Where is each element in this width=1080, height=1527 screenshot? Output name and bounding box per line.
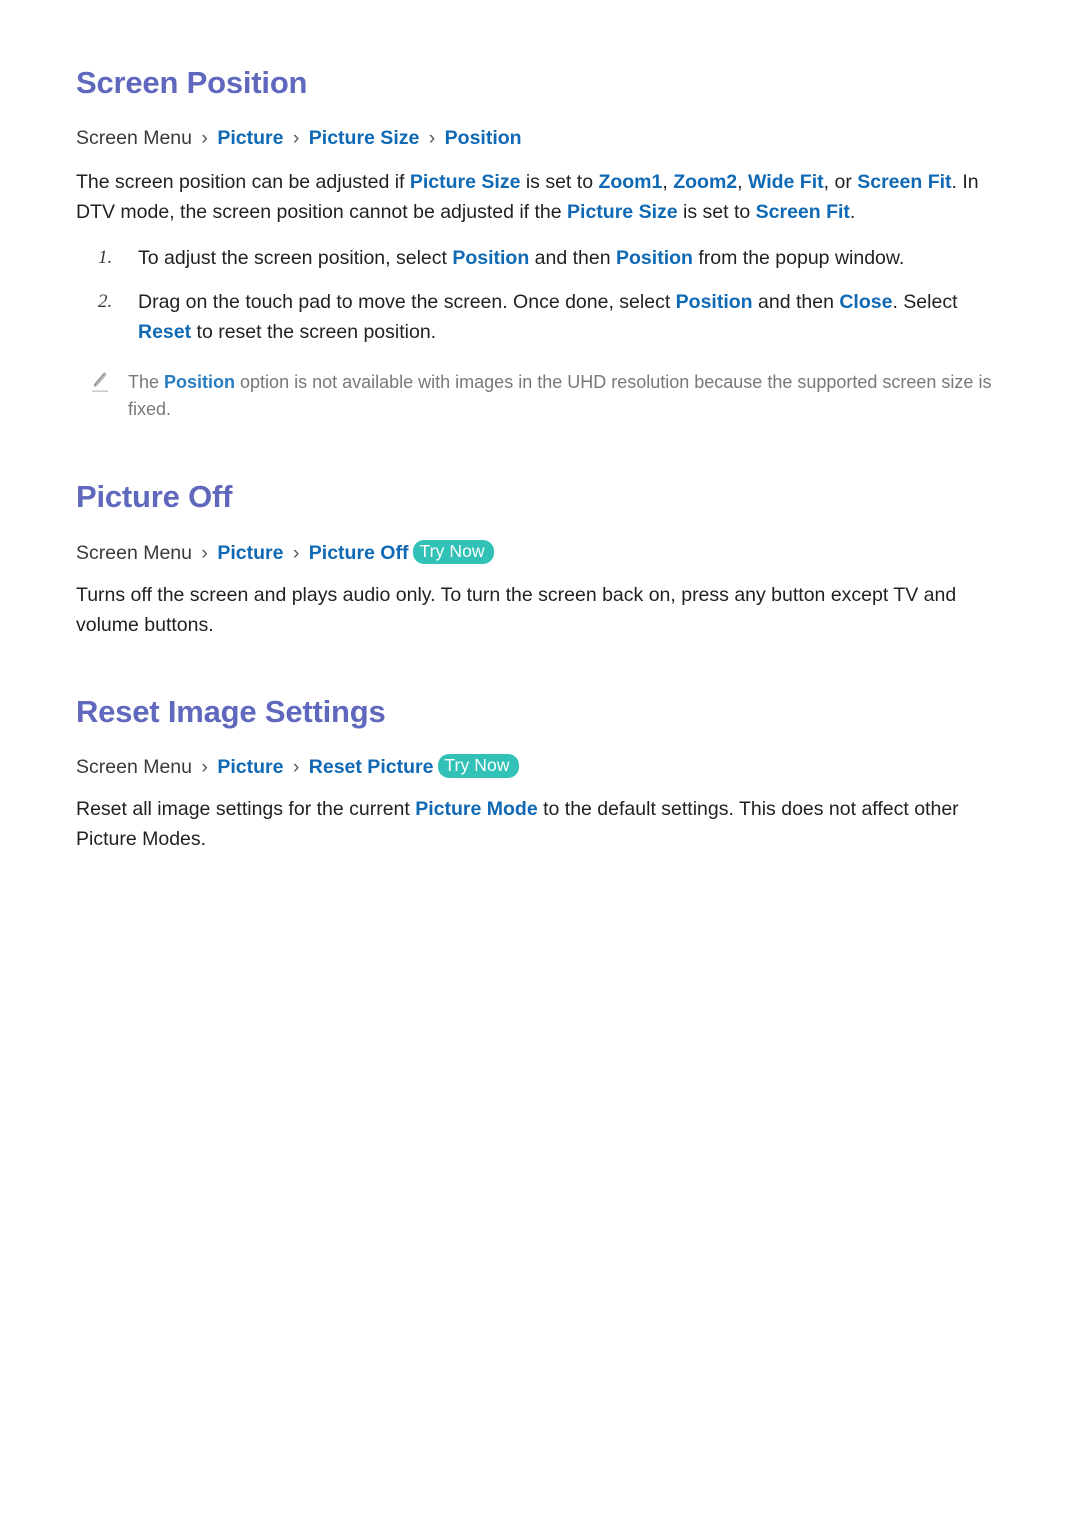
breadcrumb-root: Screen Menu (76, 541, 192, 564)
intro-paragraph: Reset all image settings for the current… (76, 794, 1004, 854)
breadcrumb-separator-icon: › (201, 541, 208, 564)
try-now-badge[interactable]: Try Now (438, 753, 519, 779)
breadcrumb-separator-icon: › (292, 755, 300, 778)
inline-link[interactable]: Position (452, 247, 529, 269)
pencil-icon (90, 370, 112, 394)
section-reset-image-settings: Reset Image Settings Screen Menu › Pictu… (76, 640, 1004, 854)
inline-link[interactable]: Zoom2 (673, 171, 737, 193)
try-now-badge[interactable]: Try Now (413, 539, 494, 564)
inline-text: to reset the screen position. (191, 321, 437, 344)
inline-link[interactable]: Picture Size (567, 201, 678, 223)
inline-text: and then (529, 247, 617, 270)
list-item-text: Drag on the touch pad to move the screen… (138, 291, 958, 343)
inline-link[interactable]: Close (839, 291, 892, 313)
breadcrumb-separator-icon: › (201, 127, 208, 150)
breadcrumb-separator-icon: › (201, 755, 208, 778)
breadcrumb-link-position[interactable]: Position (445, 127, 522, 149)
breadcrumb-root: Screen Menu (76, 755, 192, 778)
inline-text: is set to (677, 201, 756, 224)
inline-text: To adjust the screen position, select (138, 247, 453, 270)
breadcrumb-root: Screen Menu (76, 127, 192, 150)
inline-link[interactable]: Screen Fit (756, 201, 850, 223)
page-title: Reset Image Settings (76, 693, 386, 729)
inline-text: . Select (892, 291, 958, 314)
inline-text: and then (752, 291, 840, 314)
list-item-text: To adjust the screen position, select Po… (138, 247, 904, 269)
breadcrumb-link-picture-off[interactable]: Picture Off (309, 542, 409, 564)
breadcrumb-link-picture[interactable]: Picture (217, 756, 283, 778)
inline-link[interactable]: Picture Mode (415, 798, 537, 820)
intro-paragraph: The screen position can be adjusted if P… (76, 167, 1004, 227)
breadcrumb-separator-icon: › (292, 127, 300, 150)
inline-link[interactable]: Reset (138, 321, 191, 343)
inline-text: . (849, 201, 856, 224)
inline-link[interactable]: Position (164, 372, 235, 392)
page-title: Screen Position (76, 65, 308, 100)
inline-text: The screen position can be adjusted if (76, 171, 410, 194)
inline-link[interactable]: Zoom1 (598, 171, 662, 193)
inline-text: , (662, 171, 674, 194)
inline-link[interactable]: Screen Fit (857, 171, 951, 193)
inline-text: Reset all image settings for the current (76, 798, 416, 821)
inline-link[interactable]: Picture Size (410, 171, 521, 193)
list-item: 2. Drag on the touch pad to move the scre… (76, 287, 1004, 347)
list-item-number: 2. (98, 291, 113, 313)
breadcrumb: Screen Menu › Picture › Reset Picture Try… (76, 753, 1004, 780)
breadcrumb: Screen Menu › Picture › Picture Off Try N… (76, 539, 1004, 566)
inline-text: is set to (520, 171, 599, 194)
breadcrumb-separator-icon: › (292, 541, 300, 564)
inline-link[interactable]: Position (676, 291, 753, 313)
inline-text: Drag on the touch pad to move the screen… (138, 291, 676, 314)
inline-text: from the popup window. (692, 247, 905, 270)
inline-text: , or (823, 171, 858, 194)
breadcrumb-link-picture[interactable]: Picture (217, 127, 283, 149)
section-picture-off: Picture Off Screen Menu › Picture › Pict… (76, 423, 1004, 639)
intro-paragraph: Turns off the screen and plays audio onl… (76, 580, 1004, 640)
inline-link[interactable]: Position (616, 247, 693, 269)
breadcrumb-link-picture[interactable]: Picture (217, 542, 283, 564)
page-title: Picture Off (76, 479, 233, 515)
inline-text: The (128, 372, 165, 393)
section-screen-position: Screen Position Screen Menu › Picture › … (76, 0, 1004, 423)
inline-text: option is not available with images in t… (128, 372, 992, 420)
breadcrumb-link-reset-picture[interactable]: Reset Picture (309, 756, 434, 778)
breadcrumb-separator-icon: › (428, 127, 436, 150)
breadcrumb-link-picture-size[interactable]: Picture Size (309, 127, 420, 149)
note-text: The Position option is not available wit… (128, 372, 991, 419)
list-item: 1. To adjust the screen position, select … (76, 243, 1004, 273)
inline-text: Turns off the screen and plays audio onl… (76, 583, 957, 636)
list-item-number: 1. (98, 247, 113, 269)
inline-link[interactable]: Wide Fit (748, 171, 824, 193)
inline-text: , (737, 171, 748, 194)
breadcrumb: Screen Menu › Picture › Picture Size › P… (76, 125, 1004, 151)
note-row: The Position option is not available wit… (76, 369, 1004, 423)
steps-list: 1. To adjust the screen position, select … (76, 243, 1004, 347)
document-page: Screen Position Screen Menu › Picture › … (0, 0, 1080, 1527)
